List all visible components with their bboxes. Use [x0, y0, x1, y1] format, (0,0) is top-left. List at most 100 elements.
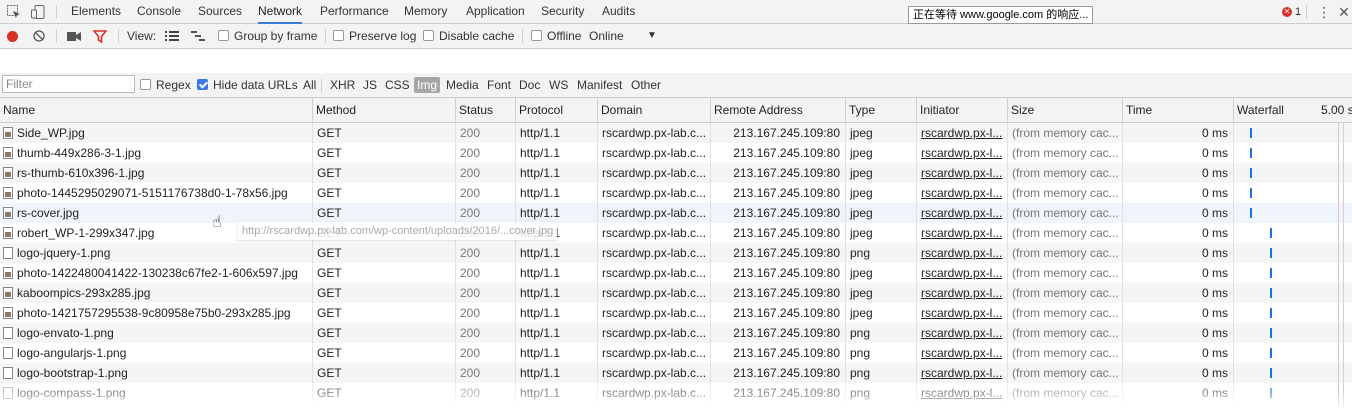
cell-initiator[interactable]: rscardwp.px-l... [916, 323, 1007, 343]
table-row[interactable]: rs-thumb-610x396-1.jpg GET 200 http/1.1 rsca… [0, 163, 1352, 183]
close-icon[interactable]: ✕ [1336, 4, 1352, 20]
column-header-method[interactable]: Method [312, 98, 455, 122]
camera-icon[interactable] [67, 31, 81, 45]
cell-type: jpeg [845, 163, 916, 183]
column-header-time[interactable]: Time [1122, 98, 1233, 122]
cell-initiator[interactable]: rscardwp.px-l... [916, 343, 1007, 363]
cell-initiator[interactable]: rscardwp.px-l... [916, 263, 1007, 283]
disable-cache-checkbox[interactable] [423, 30, 434, 41]
table-row[interactable]: photo-1445295029071-5151176738d0-1-78x56… [0, 183, 1352, 203]
cell-initiator[interactable]: rscardwp.px-l... [916, 123, 1007, 143]
cell-protocol: http/1.1 [515, 163, 597, 183]
cell-name[interactable]: thumb-449x286-3-1.jpg [0, 143, 312, 163]
cell-time: 0 ms [1122, 343, 1233, 363]
clear-icon[interactable] [33, 30, 45, 42]
cell-name[interactable]: logo-bootstrap-1.png [0, 363, 312, 383]
cell-name[interactable]: photo-1421757295538-9c80958e75b0-293x285… [0, 303, 312, 323]
filter-icon[interactable] [92, 30, 108, 46]
cell-name[interactable]: photo-1422480041422-130238c67fe2-1-606x5… [0, 263, 312, 283]
filter-type-media[interactable]: Media [443, 77, 482, 93]
tab-application[interactable]: Application [466, 0, 525, 24]
cell-name[interactable]: rs-thumb-610x396-1.jpg [0, 163, 312, 183]
cell-remote: 213.167.245.109:80 [710, 263, 845, 283]
cell-initiator[interactable]: rscardwp.px-l... [916, 203, 1007, 223]
filter-type-doc[interactable]: Doc [516, 77, 543, 93]
cell-initiator[interactable]: rscardwp.px-l... [916, 143, 1007, 163]
network-toolbar: View: Group by frame Preserve log Disabl… [0, 24, 1352, 49]
offline-checkbox[interactable] [531, 30, 542, 41]
cell-initiator[interactable]: rscardwp.px-l... [916, 303, 1007, 323]
more-options-icon[interactable]: ⋮ [1316, 4, 1332, 20]
cell-initiator[interactable]: rscardwp.px-l... [916, 183, 1007, 203]
group-by-frame-checkbox[interactable] [218, 30, 229, 41]
tab-performance[interactable]: Performance [320, 0, 389, 24]
hide-data-urls-checkbox[interactable] [197, 79, 208, 90]
cell-time: 0 ms [1122, 363, 1233, 383]
filter-type-ws[interactable]: WS [546, 77, 571, 93]
filter-input[interactable] [2, 75, 135, 93]
throttling-select[interactable]: Online [589, 24, 624, 48]
table-row[interactable]: logo-bootstrap-1.png GET 200 http/1.1 rscard… [0, 363, 1352, 383]
filter-type-font[interactable]: Font [484, 77, 514, 93]
cell-name[interactable]: logo-angularjs-1.png [0, 343, 312, 363]
column-header-remote-address[interactable]: Remote Address [710, 98, 845, 122]
table-row[interactable]: kaboompics-293x285.jpg GET 200 http/1.1 rsca… [0, 283, 1352, 303]
device-toolbar-icon[interactable] [30, 4, 46, 20]
table-row[interactable]: robert_WP-1-299x347.jpgGET200http/1.1rsc… [0, 223, 1352, 243]
tab-audits[interactable]: Audits [602, 0, 635, 24]
preserve-log-checkbox[interactable] [333, 30, 344, 41]
waterfall-guide-line [1338, 123, 1339, 408]
filter-type-manifest[interactable]: Manifest [574, 77, 625, 93]
filter-type-other[interactable]: Other [628, 77, 664, 93]
filter-type-css[interactable]: CSS [382, 77, 413, 93]
tab-elements[interactable]: Elements [71, 0, 121, 24]
table-row[interactable]: rs-cover.jpg GET 200 http/1.1 rscardwp.px-la… [0, 203, 1352, 223]
cell-initiator[interactable]: rscardwp.px-l... [916, 363, 1007, 383]
waterfall-bar [1250, 188, 1252, 198]
overview-icon[interactable] [191, 30, 205, 45]
cell-name[interactable]: Side_WP.jpg [0, 123, 312, 143]
regex-checkbox[interactable] [140, 79, 151, 90]
column-header-type[interactable]: Type [845, 98, 916, 122]
filter-type-xhr[interactable]: XHR [327, 77, 358, 93]
tab-security[interactable]: Security [541, 0, 584, 24]
table-row[interactable]: thumb-449x286-3-1.jpg GET 200 http/1.1 rscar… [0, 143, 1352, 163]
cell-type: jpeg [845, 223, 916, 243]
cell-name[interactable]: logo-jquery-1.png [0, 243, 312, 263]
toolbar-divider [325, 29, 326, 43]
tab-memory[interactable]: Memory [404, 0, 447, 24]
cell-initiator[interactable]: rscardwp.px-l... [916, 223, 1007, 243]
large-rows-icon[interactable] [165, 30, 179, 45]
column-header-status[interactable]: Status [455, 98, 515, 122]
cell-initiator[interactable]: rscardwp.px-l... [916, 163, 1007, 183]
column-header-initiator[interactable]: Initiator [916, 98, 1007, 122]
cell-name[interactable]: logo-envato-1.png [0, 323, 312, 343]
filter-type-all[interactable]: All [300, 77, 319, 93]
table-row[interactable]: Side_WP.jpg GET 200 http/1.1 rscardwp.px-lab… [0, 123, 1352, 143]
column-header-protocol[interactable]: Protocol [515, 98, 597, 122]
filter-type-img[interactable]: Img [414, 77, 441, 93]
cell-name[interactable]: photo-1445295029071-5151176738d0-1-78x56… [0, 183, 312, 203]
filter-type-js[interactable]: JS [360, 77, 380, 93]
table-row[interactable]: photo-1421757295538-9c80958e75b0-293x285… [0, 303, 1352, 323]
request-name: robert_WP-1-299x347.jpg [17, 226, 155, 240]
cell-name[interactable]: rs-cover.jpg [0, 203, 312, 223]
request-name: Side_WP.jpg [17, 126, 85, 140]
tab-console[interactable]: Console [137, 0, 181, 24]
chevron-down-icon[interactable]: ▼ [647, 24, 657, 48]
error-counter[interactable]: ✕ 1 [1282, 4, 1301, 20]
column-header-size[interactable]: Size [1007, 98, 1122, 122]
inspect-element-icon[interactable] [6, 4, 22, 20]
table-row[interactable]: logo-jquery-1.png GET 200 http/1.1 rscardwp.… [0, 243, 1352, 263]
table-row[interactable]: logo-envato-1.png GET 200 http/1.1 rscardwp.… [0, 323, 1352, 343]
tab-sources[interactable]: Sources [198, 0, 242, 24]
table-row[interactable]: logo-angularjs-1.png GET 200 http/1.1 rscard… [0, 343, 1352, 363]
column-header-domain[interactable]: Domain [597, 98, 710, 122]
table-row[interactable]: photo-1422480041422-130238c67fe2-1-606x5… [0, 263, 1352, 283]
tab-network[interactable]: Network [258, 0, 303, 24]
column-header-name[interactable]: Name [0, 98, 312, 122]
cell-initiator[interactable]: rscardwp.px-l... [916, 243, 1007, 263]
cell-name[interactable]: kaboompics-293x285.jpg [0, 283, 312, 303]
record-icon[interactable] [7, 31, 18, 42]
cell-initiator[interactable]: rscardwp.px-l... [916, 283, 1007, 303]
